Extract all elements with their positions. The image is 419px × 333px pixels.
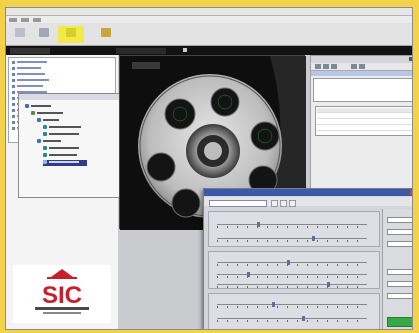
main-toolbar [6,23,412,46]
properties-panel [310,55,412,205]
device-select[interactable] [209,200,267,207]
parameter-group-2 [208,251,380,289]
sic-logo-graphic: SIC [35,269,89,314]
svg-text:SIC: SIC [42,282,82,309]
zoom-control[interactable] [132,62,160,69]
project-explorer-panel [18,93,128,198]
tool-icon[interactable] [315,64,321,69]
rotor-hole [210,87,240,117]
tree-node[interactable] [37,118,59,124]
parameter-group-1 [208,211,380,247]
dialog-side-panel [382,209,412,329]
settings-icon [66,28,76,37]
table-row[interactable] [317,120,412,125]
refresh-button[interactable] [289,200,296,207]
settings-button[interactable] [58,26,84,43]
window-titlebar [6,8,412,16]
close-icon[interactable] [410,190,412,195]
rotor-hole [250,121,280,151]
list-item[interactable] [12,84,43,89]
rotor-hole [171,188,201,218]
settings-dialog [203,188,412,329]
rotor-hole [146,152,176,182]
parameter-slider[interactable] [217,260,367,266]
inspect-button[interactable] [96,26,116,43]
open-button[interactable] [10,26,30,43]
tool-icon[interactable] [359,64,365,69]
table-header [317,108,412,113]
prev-button[interactable] [271,200,278,207]
parameter-slider[interactable] [217,282,367,288]
close-icon[interactable] [409,57,412,61]
value-field[interactable] [387,217,412,223]
tree-node[interactable] [43,146,79,152]
tree-node[interactable] [31,111,63,117]
menu-file[interactable] [9,18,17,22]
properties-header [311,56,412,63]
parameter-slider[interactable] [217,302,367,308]
tree-node[interactable] [37,139,61,145]
tool-icon[interactable] [351,64,357,69]
results-table [315,106,412,136]
tool-icon[interactable] [323,64,329,69]
acquire-button[interactable] [34,26,54,43]
table-row[interactable] [317,126,412,131]
tab-explorer[interactable] [10,48,50,54]
open-icon [15,28,25,37]
panel-tab-strip [6,46,412,55]
screenshot-frame: SIC [0,0,419,333]
tree-node[interactable] [43,132,79,138]
properties-selection-bar [311,71,412,76]
menu-bar [6,16,412,23]
acquire-icon [39,28,49,37]
next-button[interactable] [280,200,287,207]
parameter-group-3 [208,293,380,329]
tab-image[interactable] [116,48,166,54]
dialog-titlebar [204,189,412,196]
table-row[interactable] [317,114,412,119]
list-item[interactable] [12,60,47,65]
close-icon[interactable] [183,48,187,52]
value-field[interactable] [387,229,412,235]
tree-node-selected[interactable] [43,160,87,166]
inspect-icon [101,28,111,37]
value-field[interactable] [387,241,412,247]
list-item[interactable] [12,78,49,83]
rotor-hole [164,98,196,130]
tree-node[interactable] [43,153,77,159]
list-item[interactable] [12,72,45,77]
menu-view[interactable] [33,18,41,22]
parameter-slider[interactable] [217,316,367,322]
tree-node[interactable] [43,125,81,131]
start-button[interactable] [387,317,412,327]
list-item[interactable] [12,66,41,71]
application-window: SIC [5,7,413,330]
parameter-slider[interactable] [217,236,367,242]
value-field[interactable] [387,293,412,299]
properties-toolbar [311,63,412,71]
properties-view [313,78,412,102]
project-explorer-header [19,94,127,100]
sic-logo: SIC [13,265,111,323]
menu-edit[interactable] [21,18,29,22]
value-field[interactable] [387,269,412,275]
tree-node[interactable] [25,104,51,110]
parameter-slider[interactable] [217,222,367,228]
value-field[interactable] [387,281,412,287]
tool-icon[interactable] [331,64,337,69]
parameter-slider[interactable] [217,272,367,278]
